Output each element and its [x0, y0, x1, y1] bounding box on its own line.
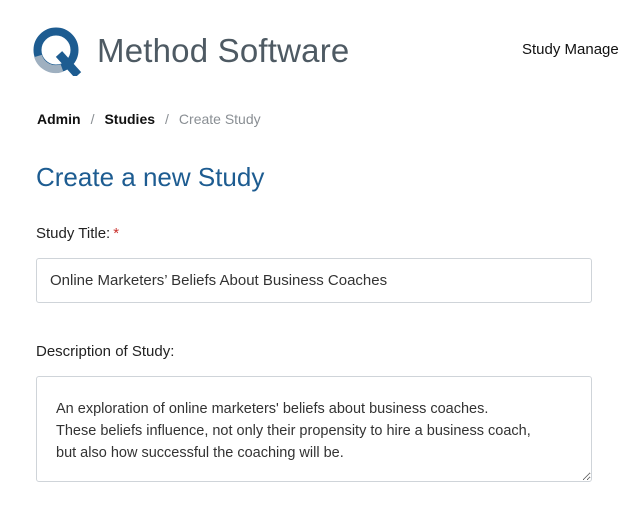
study-title-label: Study Title: *: [36, 225, 119, 242]
description-label: Description of Study:: [36, 343, 175, 360]
breadcrumb-separator: /: [90, 111, 95, 127]
create-study-page: Method Software Study Manage Admin / Stu…: [0, 0, 629, 510]
breadcrumb: Admin / Studies / Create Study: [37, 111, 261, 127]
breadcrumb-separator: /: [165, 111, 169, 127]
breadcrumb-current: Create Study: [178, 111, 261, 127]
breadcrumb-studies-link[interactable]: Studies: [104, 111, 155, 127]
brand-header[interactable]: Method Software: [32, 26, 349, 76]
app-name: Method Software: [97, 32, 350, 69]
nav-study-manager[interactable]: Study Manage: [522, 41, 619, 58]
breadcrumb-admin-link[interactable]: Admin: [37, 111, 81, 127]
required-marker: *: [113, 225, 120, 242]
description-textarea[interactable]: An exploration of online marketers' beli…: [36, 376, 592, 482]
q-logo-icon: [33, 27, 82, 76]
study-title-input[interactable]: [36, 258, 592, 303]
page-title: Create a new Study: [36, 162, 265, 192]
study-title-label-text: Study Title:: [36, 225, 111, 242]
